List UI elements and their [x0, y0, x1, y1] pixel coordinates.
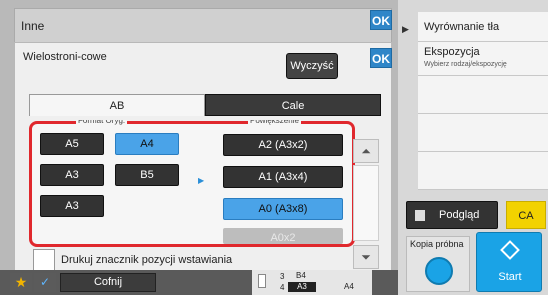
exposure-item[interactable]: Ekspozycja Wybierz rodzaj/ekspozycję — [418, 42, 548, 76]
scroll-track[interactable] — [353, 165, 379, 241]
format-b5-label: B5 — [140, 169, 154, 181]
exposure-label: Ekspozycja — [424, 46, 480, 58]
dialog-other-title: Inne — [21, 19, 45, 33]
print-marker-label: Drukuj znacznik pozycji wstawiania — [61, 254, 233, 266]
enlarge-a0-button[interactable]: A0 (A3x8) — [223, 198, 343, 220]
enlarge-label: Powiększenie — [248, 120, 301, 126]
enlarge-a2-button[interactable]: A2 (A3x2) — [223, 134, 343, 156]
background-adjust-item[interactable]: Wyrównanie tła — [418, 12, 548, 42]
check-icon: ✓ — [39, 275, 51, 289]
background-adjust-label: Wyrównanie tła — [424, 21, 500, 33]
format-label: Format Oryg. — [76, 120, 128, 126]
ca-label: CA — [518, 210, 534, 222]
star-icon: ★ — [14, 274, 28, 290]
ca-button[interactable]: CA — [506, 201, 546, 229]
scroll-up-icon: ⏶ — [361, 144, 371, 158]
format-b5-button[interactable]: B5 — [115, 164, 179, 186]
ok-button-inner[interactable]: OK — [370, 48, 392, 68]
format-a5-label: A5 — [65, 138, 79, 150]
format-a3-second-button[interactable]: A3 — [40, 195, 104, 217]
tab-inches-label: Cale — [281, 100, 305, 112]
tray4-num: 4 — [280, 283, 285, 292]
exposure-sublabel: Wybierz rodzaj/ekspozycję — [424, 61, 507, 68]
enlarge-a0x2-label: A0x2 — [270, 232, 296, 244]
ok-button-outer[interactable]: OK — [370, 10, 392, 30]
favorite-button[interactable]: ★ — [10, 273, 32, 292]
clear-label: Wyczyść — [290, 60, 334, 72]
right-panel: ▶ Wyrównanie tła Ekspozycja Wybierz rodz… — [398, 0, 548, 295]
size-selection-area: Format Oryg. Powiększenie A5 A4 A3 B5 A3… — [29, 120, 355, 247]
expand-arrow-icon[interactable]: ▶ — [402, 24, 409, 35]
empty-item-3 — [418, 152, 548, 190]
scroll-up-button[interactable]: ⏶ — [353, 139, 379, 163]
scroll-control: ⏶ ⏷ — [353, 139, 379, 269]
arrow-right-icon: ▶ — [198, 176, 205, 185]
clear-button[interactable]: Wyczyść — [286, 53, 338, 79]
dialog-multipage-title: Wielostroni-cowe — [23, 51, 107, 63]
empty-item-1 — [418, 76, 548, 114]
format-a5-button[interactable]: A5 — [40, 133, 104, 155]
empty-item-2 — [418, 114, 548, 152]
format-a3-label: A3 — [65, 169, 79, 181]
preview-icon — [415, 210, 425, 221]
scroll-down-button[interactable]: ⏷ — [353, 245, 379, 269]
ok-label-inner: OK — [372, 52, 390, 66]
check-button[interactable]: ✓ — [34, 273, 56, 292]
tray-a4: A4 — [344, 282, 354, 291]
tab-ab[interactable]: AB — [29, 94, 205, 116]
format-a3-button[interactable]: A3 — [40, 164, 104, 186]
tab-ab-label: AB — [109, 100, 125, 112]
print-marker-checkbox[interactable] — [33, 249, 55, 271]
enlarge-a0x2-button[interactable]: A0x2 — [223, 228, 343, 244]
tab-inches[interactable]: Cale — [205, 94, 381, 116]
enlarge-a1-label: A1 (A3x4) — [258, 171, 308, 183]
tray3-num: 3 — [280, 272, 285, 281]
preview-button[interactable]: Podgląd — [406, 201, 498, 229]
start-icon — [500, 240, 520, 260]
enlarge-a1-button[interactable]: A1 (A3x4) — [223, 166, 343, 188]
back-label: Cofnij — [93, 276, 123, 288]
enlarge-a2-label: A2 (A3x2) — [258, 139, 308, 151]
tray-b4: B4 — [296, 271, 306, 280]
paper-icon — [258, 274, 266, 288]
scroll-down-icon: ⏷ — [361, 250, 371, 264]
back-button[interactable]: Cofnij — [60, 273, 156, 292]
format-a4-button[interactable]: A4 — [115, 133, 179, 155]
ok-label-outer: OK — [372, 14, 390, 28]
start-button[interactable]: Start — [476, 232, 542, 292]
preview-label: Podgląd — [439, 209, 480, 221]
format-a4-label: A4 — [140, 138, 154, 150]
start-label: Start — [498, 271, 522, 283]
proof-copy-icon — [425, 257, 453, 285]
dialog-multipage: Wielostroni-cowe Wyczyść AB Cale Format … — [14, 42, 392, 292]
format-a3-second-label: A3 — [65, 200, 79, 212]
bottom-bar: ★ ✓ Cofnij 3 4 B4 A3 A4 — [0, 270, 398, 295]
enlarge-a0-label: A0 (A3x8) — [258, 203, 308, 215]
proof-copy-label: Kopia próbna — [410, 239, 464, 249]
tray-a3: A3 — [288, 282, 316, 292]
proof-copy-button[interactable]: Kopia próbna — [406, 236, 470, 292]
paper-status: 3 4 B4 A3 A4 — [252, 270, 372, 295]
